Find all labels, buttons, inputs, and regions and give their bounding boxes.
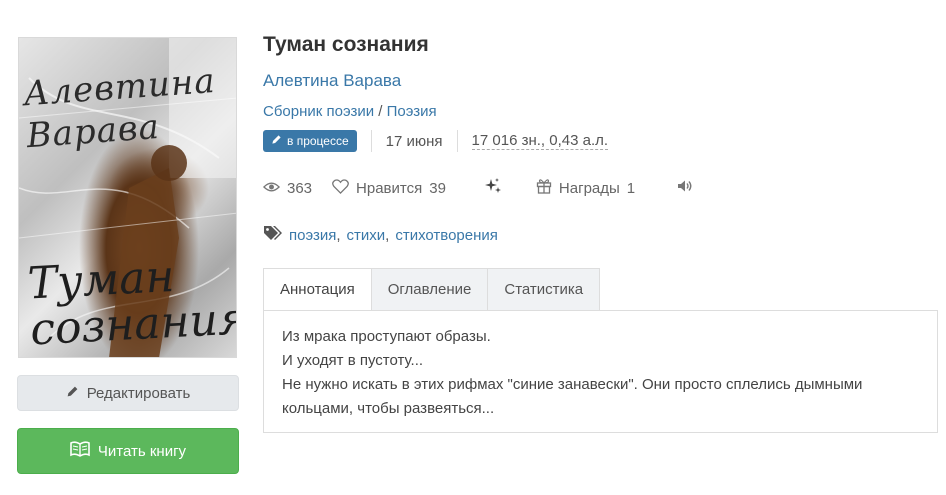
edit-button[interactable]: Редактировать <box>17 375 239 411</box>
author-link[interactable]: Алевтина Варава <box>263 71 401 91</box>
awards-label: Награды <box>558 179 620 197</box>
meta-divider <box>456 130 458 152</box>
cover-title-text: Туман сознания <box>26 250 237 356</box>
likes-label: Нравится <box>356 179 423 197</box>
tab-statistics[interactable]: Статистика <box>488 268 601 311</box>
book-open-icon <box>70 441 90 461</box>
sparkle-button[interactable] <box>484 177 502 199</box>
read-book-button[interactable]: Читать книгу <box>17 428 239 474</box>
annotation-line: Из мрака проступают образы. <box>282 328 491 345</box>
awards-count: 1 <box>626 179 636 197</box>
tab-contents[interactable]: Оглавление <box>371 268 489 311</box>
edit-button-label: Редактировать <box>86 384 191 402</box>
book-size[interactable]: 17 016 зн., 0,43 а.л. <box>471 132 609 150</box>
tag-link[interactable]: поэзия <box>289 227 336 244</box>
pencil-icon <box>66 385 79 402</box>
tag-separator: , <box>336 226 341 244</box>
annotation-line: Не нужно искать в этих рифмах "синие зан… <box>282 376 863 417</box>
audio-button[interactable] <box>677 179 693 197</box>
tag-separator: , <box>385 226 390 244</box>
book-tabs: Аннотация Оглавление Статистика <box>263 268 601 311</box>
speaker-icon <box>677 179 693 197</box>
gift-icon <box>536 178 552 198</box>
heart-icon <box>332 178 349 198</box>
likes-count: 39 <box>429 179 446 197</box>
book-stats: 363 Нравится 39 Награды 1 <box>263 176 713 200</box>
status-badge-label: в процессе <box>287 134 349 148</box>
tag-link[interactable]: стихи <box>347 227 386 244</box>
cover-author-text: Алевтина Варава <box>22 61 217 157</box>
tab-annotation[interactable]: Аннотация <box>263 268 372 311</box>
genre-link-secondary[interactable]: Поэзия <box>387 103 437 120</box>
tags-list: поэзия, стихи, стихотворения <box>263 224 498 246</box>
eye-icon <box>263 180 280 197</box>
annotation-panel: Из мрака проступают образы. И уходят в п… <box>263 310 938 433</box>
awards-button[interactable]: Награды 1 <box>536 178 635 198</box>
read-button-label: Читать книгу <box>97 442 187 460</box>
publish-date: 17 июня <box>385 132 443 150</box>
meta-divider <box>370 130 372 152</box>
tag-link[interactable]: стихотворения <box>395 227 498 244</box>
book-cover[interactable]: Алевтина Варава Туман сознания <box>18 37 237 358</box>
sparkles-icon <box>484 177 502 199</box>
annotation-line: И уходят в пустоту... <box>282 352 424 369</box>
genre-link-primary[interactable]: Сборник поэзии <box>263 103 374 120</box>
like-button[interactable]: Нравится 39 <box>332 178 446 198</box>
tags-icon <box>263 225 283 245</box>
views-count: 363 <box>287 179 313 197</box>
genre-breadcrumb: Сборник поэзии / Поэзия <box>263 103 437 120</box>
book-meta: в процессе 17 июня 17 016 зн., 0,43 а.л. <box>263 129 609 153</box>
pencil-icon <box>271 134 282 148</box>
book-title: Туман сознания <box>263 33 429 56</box>
status-badge: в процессе <box>263 130 357 152</box>
views-stat: 363 <box>263 180 312 197</box>
genre-separator: / <box>378 103 383 120</box>
